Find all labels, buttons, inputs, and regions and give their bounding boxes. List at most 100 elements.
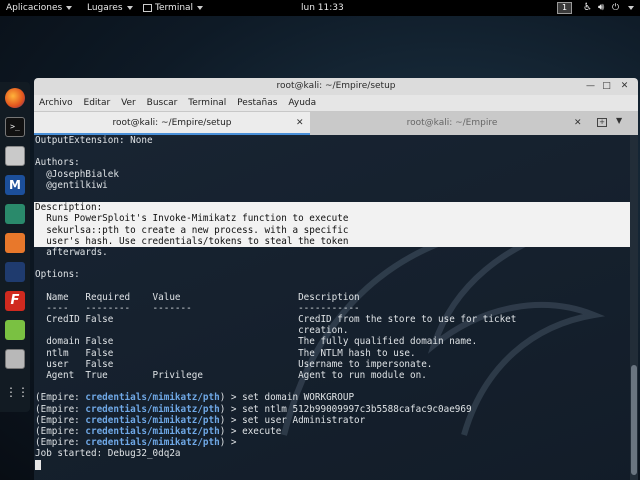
terminal-line: Runs PowerSploit's Invoke-Mimikatz funct…	[34, 213, 630, 225]
clock[interactable]: lun 11:33	[301, 0, 344, 16]
close-icon[interactable]: ✕	[618, 80, 631, 93]
prompt-line: (Empire: credentials/mimikatz/pth) > exe…	[34, 426, 630, 437]
text-cursor	[35, 459, 41, 470]
chevron-down-icon[interactable]: ▼	[616, 116, 622, 125]
terminal-line: domain False The fully qualified domain …	[35, 336, 478, 348]
volume-icon[interactable]: 🔊︎	[598, 0, 604, 16]
prompt-prefix: (Empire:	[35, 392, 86, 404]
scrollbar-thumb[interactable]	[631, 365, 637, 475]
terminal-line: ntlm False The NTLM hash to use.	[35, 347, 416, 359]
terminal-app-label: Terminal	[155, 3, 194, 13]
chevron-down-icon	[126, 5, 133, 10]
window-title: root@kali: ~/Empire/setup	[276, 81, 396, 91]
terminal-line: user's hash. Use credentials/tokens to s…	[34, 235, 630, 247]
power-icon[interactable]: ⏻	[612, 0, 619, 16]
menu-ayuda[interactable]: Ayuda	[288, 98, 316, 108]
menu-bar: Archivo Editar Ver Buscar Terminal Pesta…	[34, 95, 638, 112]
prompt-prefix: (Empire:	[35, 403, 86, 415]
terminal-line: Authors:	[35, 157, 80, 169]
terminal-line: Options:	[35, 269, 80, 281]
system-menu-caret[interactable]	[624, 0, 634, 16]
terminal-icon[interactable]: >_	[5, 117, 25, 137]
metasploit-icon[interactable]: M	[5, 175, 25, 195]
prompt-prefix: (Empire:	[35, 425, 86, 437]
prompt-command: ) > set ntlm 512b99009997c3b5588cafac9c0…	[219, 403, 472, 415]
faraday-icon[interactable]: F	[5, 291, 25, 311]
dock: >_ M F ⋮⋮	[0, 82, 30, 412]
burpsuite-icon[interactable]	[5, 233, 25, 253]
screenshot-icon[interactable]	[5, 349, 25, 369]
firefox-icon[interactable]	[5, 88, 25, 108]
chevron-down-icon	[66, 5, 73, 10]
prompt-prefix: (Empire:	[35, 437, 86, 449]
places-label: Lugares	[87, 3, 123, 13]
applications-label: Aplicaciones	[6, 3, 63, 13]
terminal-window: root@kali: ~/Empire/setup — □ ✕ Archivo …	[34, 78, 638, 480]
terminal-line: @JosephBialek	[35, 168, 119, 180]
tab-empire[interactable]: root@kali: ~/Empire ✕	[310, 112, 594, 135]
close-icon[interactable]: ✕	[574, 112, 582, 135]
window-titlebar[interactable]: root@kali: ~/Empire/setup — □ ✕	[34, 78, 638, 95]
prompt-line: (Empire: credentials/mimikatz/pth) > set…	[34, 392, 630, 403]
places-menu[interactable]: Lugares	[87, 0, 133, 16]
close-icon[interactable]: ✕	[296, 112, 304, 135]
prompt-line: (Empire: credentials/mimikatz/pth) > set…	[34, 415, 630, 426]
prompt-prefix: (Empire:	[35, 414, 86, 426]
prompt-module-path: credentials/mimikatz/pth	[85, 392, 220, 404]
prompt-line: (Empire: credentials/mimikatz/pth) >	[34, 437, 630, 448]
prompt-command: ) >	[219, 437, 243, 449]
terminal-line: Agent True Privilege Agent to run module…	[35, 369, 427, 381]
terminal-line: afterwards.	[35, 246, 108, 258]
new-tab-icon[interactable]: +	[597, 118, 607, 127]
menu-ver[interactable]: Ver	[121, 98, 136, 108]
chevron-down-icon	[197, 5, 204, 10]
tab-setup[interactable]: root@kali: ~/Empire/setup ✕	[34, 112, 310, 135]
prompt-module-path: credentials/mimikatz/pth	[85, 403, 220, 415]
terminal-scrollbar[interactable]	[630, 135, 638, 480]
accessibility-icon[interactable]: ♿	[583, 0, 592, 16]
terminal-output[interactable]: OutputExtension: None Authors: @JosephBia…	[34, 135, 630, 480]
menu-pestanas[interactable]: Pestañas	[237, 98, 277, 108]
tab-label: root@kali: ~/Empire	[406, 118, 498, 128]
chevron-down-icon	[628, 5, 634, 10]
terminal-line: sekurlsa::pth to create a new process. w…	[34, 224, 630, 236]
show-apps-icon[interactable]: ⋮⋮	[5, 382, 29, 402]
workspace-indicator[interactable]: 1	[557, 2, 572, 14]
menu-archivo[interactable]: Archivo	[39, 98, 73, 108]
maltego-icon[interactable]	[5, 262, 25, 282]
terminal-line: OutputExtension: None	[35, 135, 153, 146]
terminal-line: Description:	[34, 202, 630, 214]
leafpad-icon[interactable]	[5, 320, 25, 340]
prompt-command: ) > set domain WORKGROUP	[219, 392, 355, 404]
terminal-line: ---- -------- ------- -----------	[35, 302, 360, 314]
tab-bar: root@kali: ~/Empire/setup ✕ root@kali: ~…	[34, 112, 638, 135]
menu-buscar[interactable]: Buscar	[147, 98, 178, 108]
menu-editar[interactable]: Editar	[84, 98, 111, 108]
menu-terminal[interactable]: Terminal	[188, 98, 226, 108]
prompt-command: ) > set user Administrator	[219, 414, 366, 426]
prompt-line: (Empire: credentials/mimikatz/pth) > set…	[34, 404, 630, 415]
tab-label: root@kali: ~/Empire/setup	[112, 118, 232, 128]
armitage-icon[interactable]	[5, 204, 25, 224]
applications-menu[interactable]: Aplicaciones	[6, 0, 73, 16]
terminal-lines: OutputExtension: None Authors: @JosephBia…	[34, 135, 630, 471]
files-icon[interactable]	[5, 146, 25, 166]
terminal-line: Name Required Value Description	[35, 291, 360, 303]
terminal-app-menu[interactable]: Terminal	[143, 0, 204, 16]
terminal-line: @gentilkiwi	[35, 179, 108, 191]
terminal-line: creation.	[35, 325, 349, 337]
terminal-line: CredID False CredID from the store to us…	[35, 314, 517, 325]
prompt-module-path: credentials/mimikatz/pth	[85, 437, 220, 449]
job-started-line: Job started: Debug32_0dq2a	[35, 448, 181, 460]
top-bar: Aplicaciones Lugares Terminal lun 11:33 …	[0, 0, 640, 16]
terminal-line: user False Username to impersonate.	[35, 358, 433, 370]
terminal-small-icon	[143, 3, 152, 12]
minimize-icon[interactable]: —	[584, 80, 597, 93]
maximize-icon[interactable]: □	[600, 80, 613, 93]
cursor-line	[34, 459, 630, 470]
